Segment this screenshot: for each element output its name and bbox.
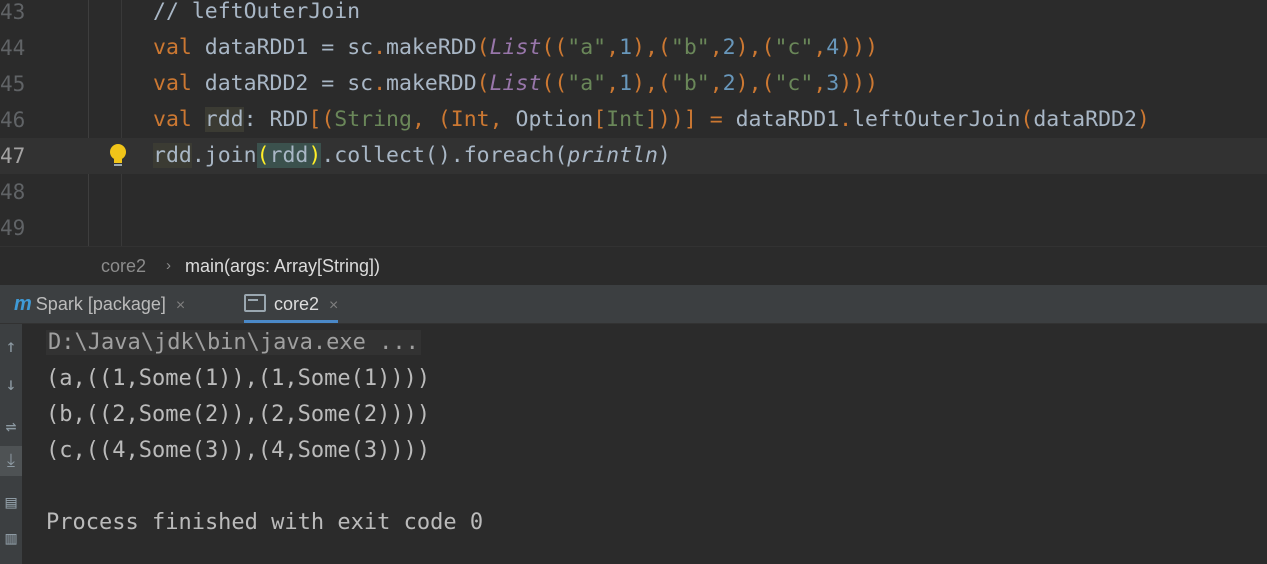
- code-text[interactable]: val rdd: RDD[(String, (Int, Option[Int])…: [153, 102, 1150, 138]
- console-output-line: (a,((1,Some(1)),(1,Some(1)))): [46, 366, 431, 391]
- code-comment[interactable]: // leftOuterJoin: [153, 0, 360, 30]
- code-line-48[interactable]: 48: [0, 174, 1267, 210]
- tab-label: core2: [274, 294, 320, 314]
- tab-core2[interactable]: core2 ×: [244, 285, 339, 323]
- java-command[interactable]: D:\Java\jdk\bin\java.exe ...: [46, 330, 421, 355]
- up-arrow-icon[interactable]: ↑: [0, 332, 22, 362]
- console-output-line: (c,((4,Some(3)),(4,Some(3)))): [46, 438, 431, 463]
- code-text[interactable]: rdd.join(rdd).collect().foreach(println): [153, 138, 671, 174]
- code-line-49[interactable]: 49: [0, 210, 1267, 246]
- soft-wrap-icon[interactable]: ⇌: [0, 412, 22, 442]
- line-number: 44: [0, 36, 26, 60]
- scroll-to-end-icon[interactable]: ⤓: [0, 446, 22, 476]
- run-console[interactable]: ↑ ↓ ⇌ ⤓ ▤ ▥ D:\Java\jdk\bin\java.exe ...…: [0, 324, 1267, 564]
- line-number: 46: [0, 108, 26, 132]
- console-icon: [244, 294, 266, 312]
- code-line-43[interactable]: 43 // leftOuterJoin: [0, 0, 1267, 30]
- line-number: 49: [0, 216, 26, 240]
- lightbulb-icon[interactable]: [107, 143, 129, 169]
- console-exit-message: Process finished with exit code 0: [46, 510, 484, 535]
- close-icon[interactable]: ×: [176, 297, 185, 314]
- breadcrumb-item-method[interactable]: main(args: Array[String]): [185, 247, 380, 285]
- breadcrumb: core2 › main(args: Array[String]): [0, 246, 1267, 285]
- line-number: 48: [0, 180, 26, 204]
- clear-all-icon[interactable]: ▥: [0, 524, 22, 554]
- run-tool-window-tabs: m Spark [package] × core2 ×: [0, 285, 1267, 324]
- down-arrow-icon[interactable]: ↓: [0, 370, 22, 400]
- breadcrumb-item-object[interactable]: core2: [101, 247, 146, 285]
- code-text[interactable]: val dataRDD2 = sc.makeRDD(List(("a",1),(…: [153, 66, 878, 102]
- line-number: 43: [0, 0, 26, 24]
- code-line-46[interactable]: 46 val rdd: RDD[(String, (Int, Option[In…: [0, 102, 1267, 138]
- breadcrumb-separator-icon: ›: [166, 257, 171, 274]
- line-number: 45: [0, 72, 26, 96]
- maven-icon: m: [14, 293, 32, 315]
- code-editor[interactable]: 43 // leftOuterJoin 44 val dataRDD1 = sc…: [0, 0, 1267, 246]
- console-output-line: (b,((2,Some(2)),(2,Some(2)))): [46, 402, 431, 427]
- tab-spark-package[interactable]: m Spark [package] ×: [14, 285, 185, 323]
- code-line-44[interactable]: 44 val dataRDD1 = sc.makeRDD(List(("a",1…: [0, 30, 1267, 66]
- code-line-47-current[interactable]: 47 rdd.join(rdd).collect().foreach(print…: [0, 138, 1267, 174]
- code-text[interactable]: val dataRDD1 = sc.makeRDD(List(("a",1),(…: [153, 30, 878, 66]
- console-command-line: D:\Java\jdk\bin\java.exe ...: [46, 325, 421, 361]
- code-line-45[interactable]: 45 val dataRDD2 = sc.makeRDD(List(("a",1…: [0, 66, 1267, 102]
- print-icon[interactable]: ▤: [0, 488, 22, 518]
- close-icon[interactable]: ×: [329, 297, 338, 314]
- line-number: 47: [0, 144, 26, 168]
- tab-label: Spark [package]: [35, 294, 166, 314]
- console-toolbar: ↑ ↓ ⇌ ⤓ ▤ ▥: [0, 324, 22, 564]
